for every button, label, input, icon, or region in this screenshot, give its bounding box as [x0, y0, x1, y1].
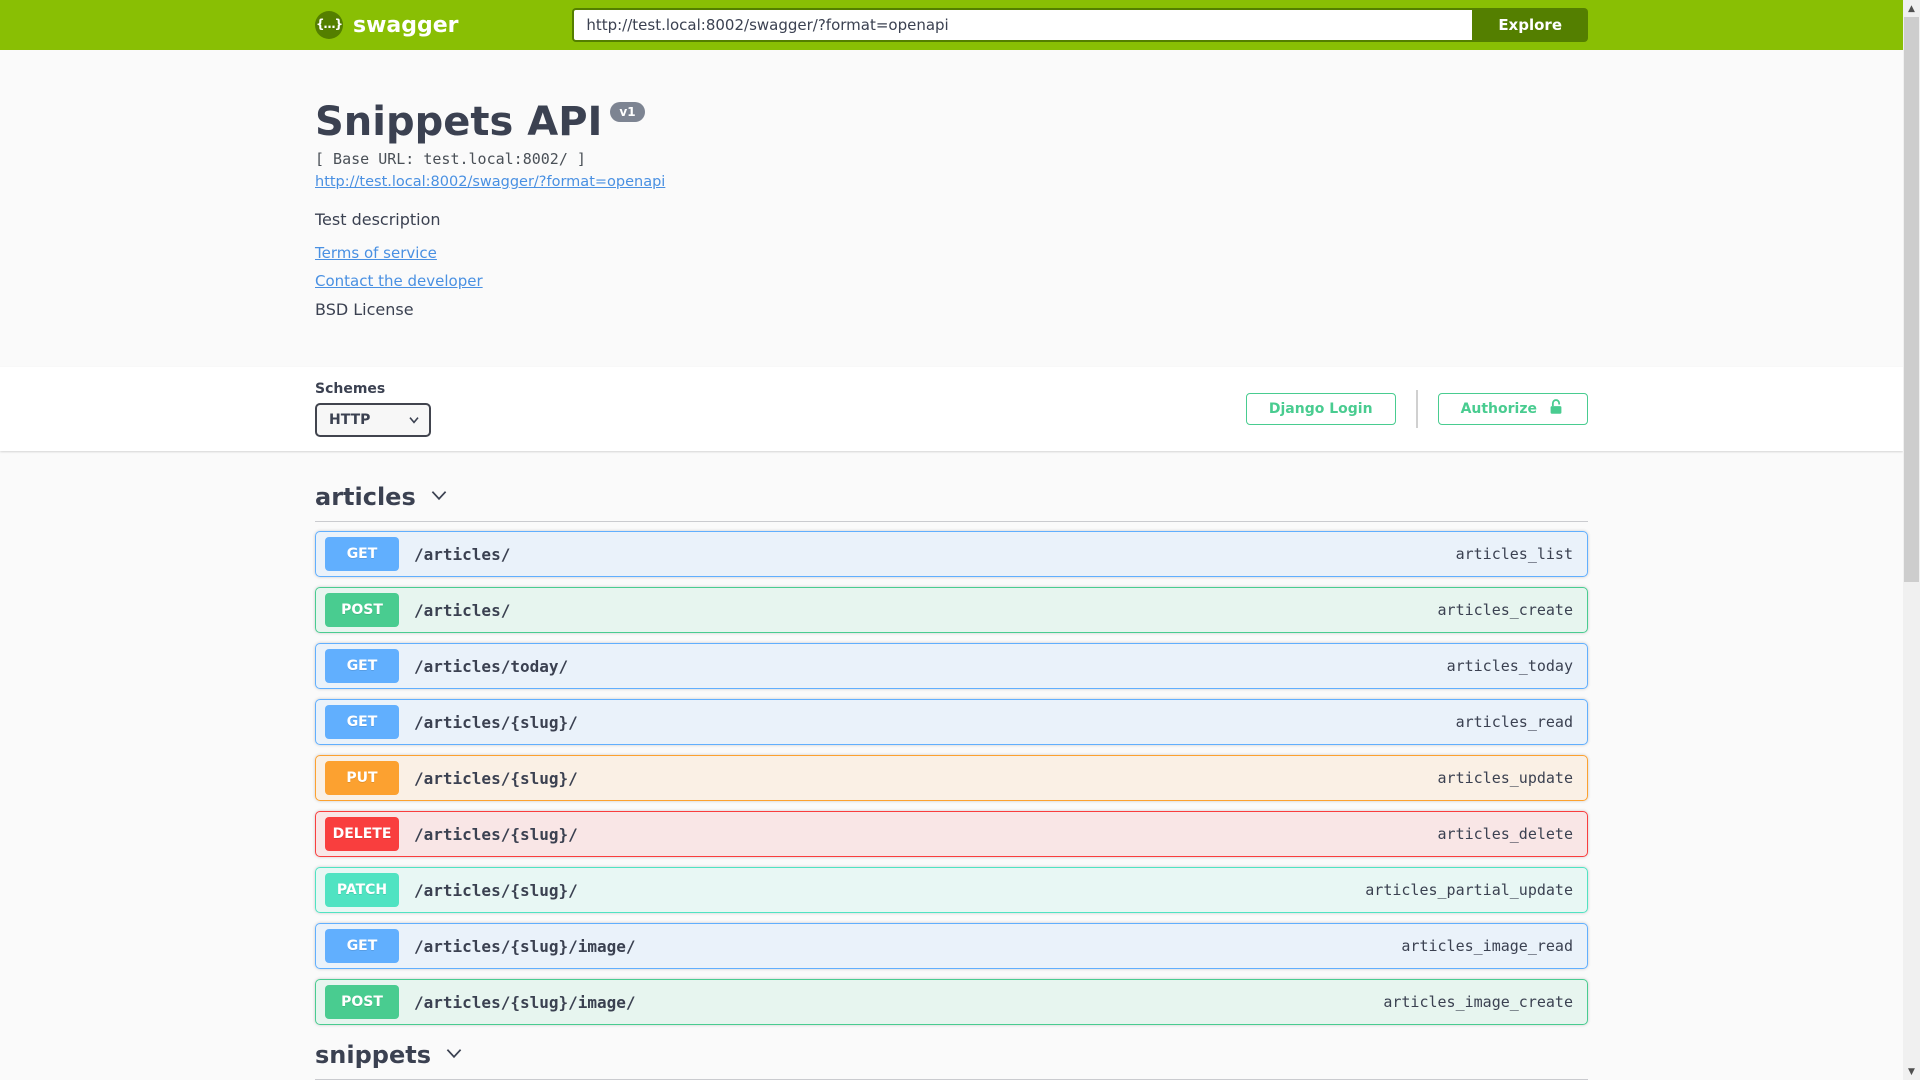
operation-row[interactable]: POST /articles/ articles_create: [315, 587, 1588, 633]
operation-id: articles_today: [1446, 657, 1573, 675]
operation-id: articles_read: [1455, 713, 1573, 731]
method-badge: GET: [325, 929, 399, 963]
section-divider: [315, 521, 1588, 522]
api-title-text: Snippets API: [315, 99, 603, 145]
topbar: {…} swagger Explore: [0, 0, 1903, 50]
django-login-label: Django Login: [1268, 401, 1373, 417]
api-info-section: Snippets API v1 [ Base URL: test.local:8…: [0, 50, 1903, 367]
operation-path: /articles/{slug}/image/: [414, 992, 636, 1012]
api-description: Test description: [315, 210, 441, 229]
unlock-icon: [1547, 398, 1565, 420]
operation-row[interactable]: PATCH /articles/{slug}/ articles_partial…: [315, 867, 1588, 913]
section-header[interactable]: articles: [315, 483, 1588, 511]
base-url: [ Base URL: test.local:8002/ ]: [315, 150, 586, 168]
swagger-logo-icon: {…}: [315, 11, 343, 39]
operation-row[interactable]: PUT /articles/{slug}/ articles_update: [315, 755, 1588, 801]
page-title: Snippets API v1: [315, 100, 1588, 144]
operation-id: articles_image_create: [1383, 993, 1573, 1011]
terms-of-service-link[interactable]: Terms of service: [315, 244, 437, 262]
section-title-text: articles: [315, 483, 416, 511]
spec-link[interactable]: http://test.local:8002/swagger/?format=o…: [315, 174, 665, 190]
brand-name: swagger: [353, 12, 459, 38]
schemes-block: Schemes HTTP: [315, 381, 431, 437]
scrollbar-thumb[interactable]: [1904, 17, 1919, 582]
method-badge: PATCH: [325, 873, 399, 907]
operation-row[interactable]: POST /articles/{slug}/image/ articles_im…: [315, 979, 1588, 1025]
operation-id: articles_partial_update: [1365, 881, 1573, 899]
auth-divider: [1415, 390, 1418, 428]
section-rows: GET /articles/ articles_list POST /artic…: [315, 531, 1588, 1025]
operation-id: articles_update: [1437, 769, 1573, 787]
swagger-brand[interactable]: {…} swagger: [315, 11, 459, 39]
operation-id: articles_delete: [1437, 825, 1573, 843]
spec-url-input[interactable]: [572, 8, 1473, 42]
operation-row[interactable]: GET /articles/{slug}/ articles_read: [315, 699, 1588, 745]
method-badge: DELETE: [325, 817, 399, 851]
operation-row[interactable]: GET /articles/today/ articles_today: [315, 643, 1588, 689]
api-tag-section: snippets GET /snippets/ snippets_list: [315, 1041, 1588, 1080]
spec-url-form: Explore: [572, 8, 1588, 42]
method-badge: POST: [325, 593, 399, 627]
method-badge: PUT: [325, 761, 399, 795]
license-label: BSD License: [315, 300, 414, 319]
schemes-label: Schemes: [315, 381, 386, 397]
method-badge: POST: [325, 985, 399, 1019]
method-badge: GET: [325, 537, 399, 571]
api-tag-section: articles GET /articles/ articles_list PO…: [315, 483, 1588, 1025]
method-badge: GET: [325, 649, 399, 683]
scrollbar-up-arrow-icon[interactable]: ▲: [1903, 0, 1920, 17]
chevron-down-icon: [428, 484, 450, 510]
operation-row[interactable]: GET /articles/{slug}/image/ articles_ima…: [315, 923, 1588, 969]
scrollbar-down-arrow-icon[interactable]: ▼: [1903, 1063, 1920, 1080]
operation-path: /articles/{slug}/: [414, 768, 578, 788]
operation-id: articles_list: [1455, 545, 1573, 563]
authorize-button[interactable]: Authorize: [1437, 393, 1588, 425]
operation-id: articles_image_read: [1401, 937, 1573, 955]
operation-path: /articles/: [414, 544, 511, 564]
scheme-select[interactable]: HTTP: [315, 403, 431, 437]
vertical-scrollbar[interactable]: ▲ ▼: [1903, 0, 1920, 1080]
operation-row[interactable]: GET /articles/ articles_list: [315, 531, 1588, 577]
section-title-text: snippets: [315, 1041, 431, 1069]
chevron-down-icon: [443, 1042, 465, 1068]
contact-developer-link[interactable]: Contact the developer: [315, 272, 483, 290]
operations-list: articles GET /articles/ articles_list PO…: [315, 451, 1588, 1080]
method-badge: GET: [325, 705, 399, 739]
operation-id: articles_create: [1437, 601, 1573, 619]
auth-wrapper: Django Login Authorize: [1245, 390, 1588, 428]
operation-path: /articles/today/: [414, 656, 569, 676]
operation-path: /articles/{slug}/image/: [414, 936, 636, 956]
authorize-label: Authorize: [1460, 401, 1537, 417]
operation-row[interactable]: DELETE /articles/{slug}/ articles_delete: [315, 811, 1588, 857]
version-badge: v1: [610, 102, 645, 122]
scheme-container: Schemes HTTP Django Login Authorize: [0, 367, 1903, 451]
operation-path: /articles/{slug}/: [414, 880, 578, 900]
operation-path: /articles/{slug}/: [414, 824, 578, 844]
django-login-button[interactable]: Django Login: [1245, 393, 1396, 425]
section-header[interactable]: snippets: [315, 1041, 1588, 1069]
operation-path: /articles/: [414, 600, 511, 620]
explore-button[interactable]: Explore: [1472, 8, 1588, 42]
operation-path: /articles/{slug}/: [414, 712, 578, 732]
